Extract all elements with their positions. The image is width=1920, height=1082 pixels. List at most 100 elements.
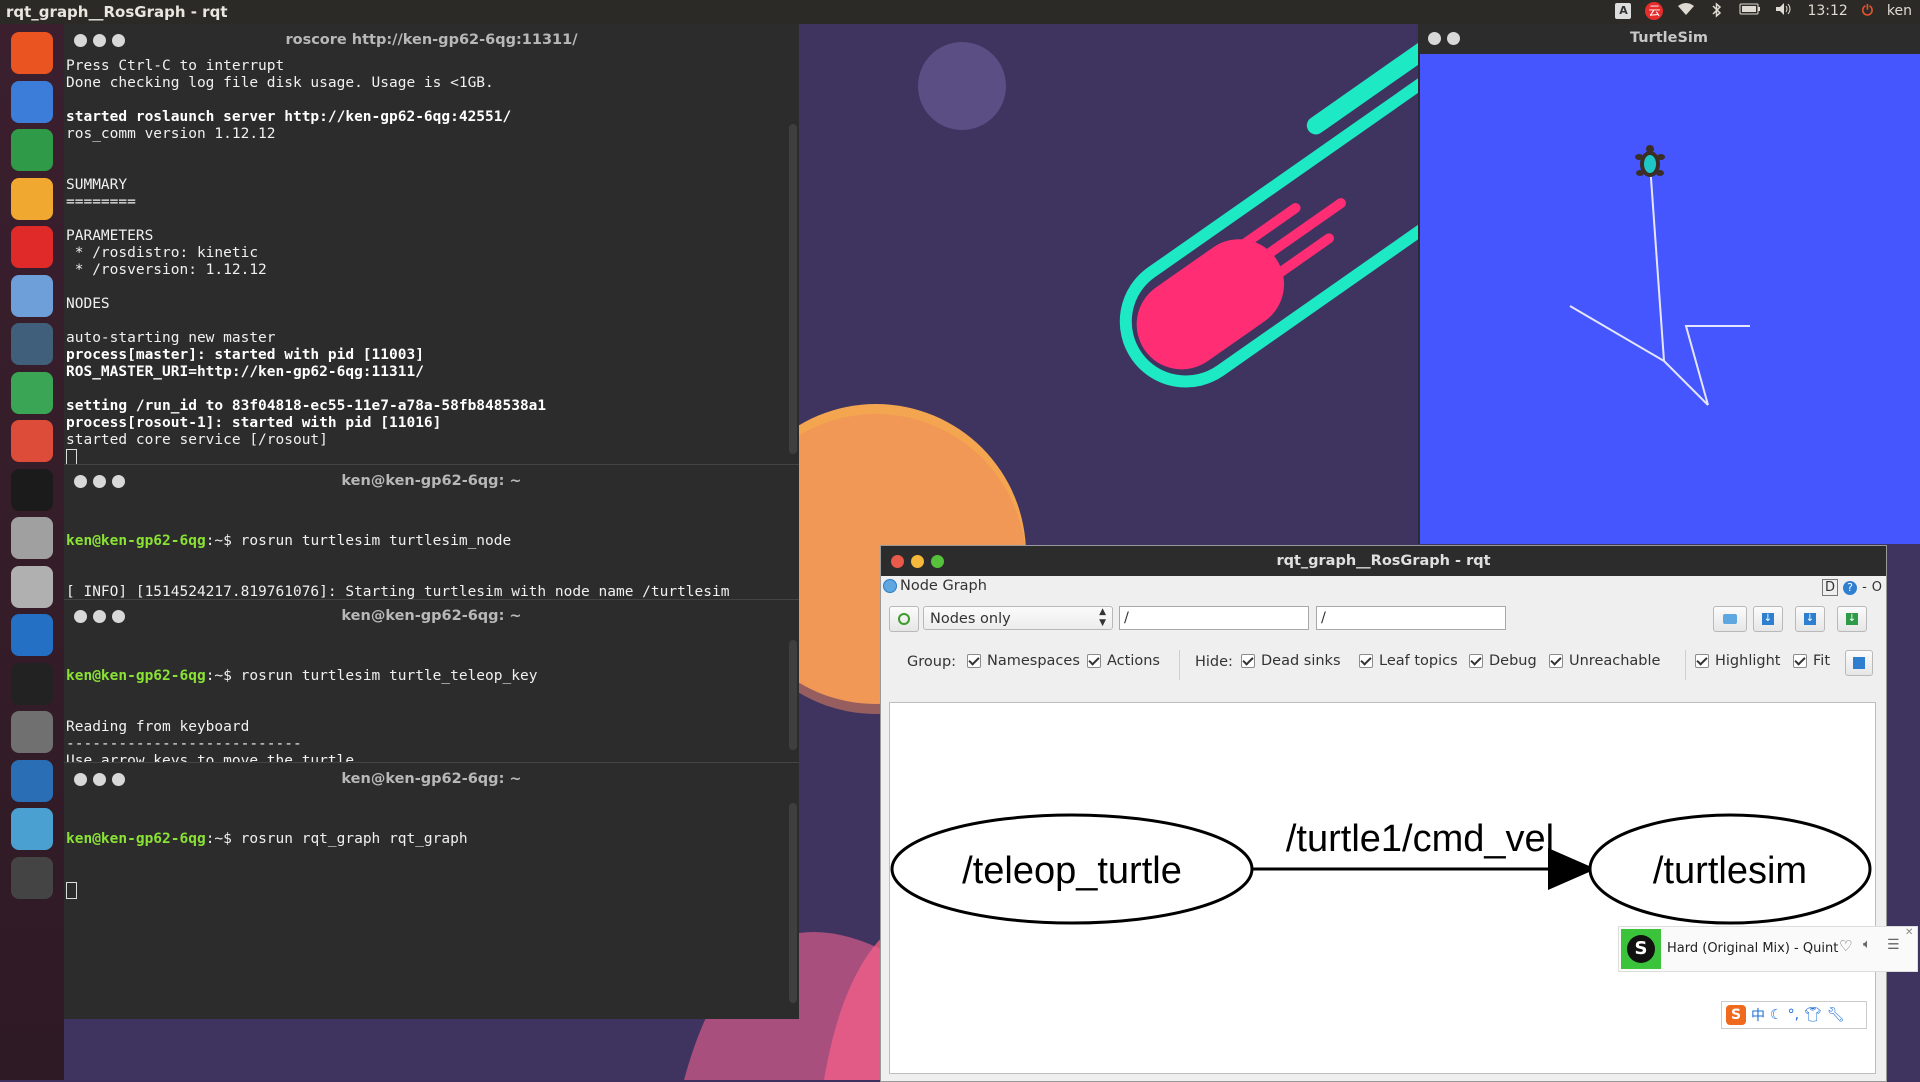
terminal-line: auto-starting new master [66, 330, 276, 346]
save-dot-button[interactable]: ↓ [1753, 606, 1783, 632]
topic-filter-input[interactable]: / [1316, 606, 1506, 630]
chrome-icon[interactable] [11, 420, 53, 462]
graph-mode-select[interactable]: Nodes only ▲ ▼ [923, 606, 1113, 630]
equalizer-icon[interactable] [11, 614, 53, 656]
plugin-title: Node Graph [900, 578, 987, 594]
launcher [0, 24, 64, 1080]
bluetooth-icon[interactable] [1709, 2, 1725, 20]
terminal-roscore[interactable]: roscore http://ken-gp62-6qg:11311/ Press… [64, 24, 799, 466]
input-method-indicator[interactable]: A [1615, 3, 1632, 19]
dead-sinks-checkbox[interactable]: Dead sinks [1241, 653, 1341, 669]
terminal-line: Reading from keyboard [66, 719, 250, 735]
terminal-titlebar[interactable]: ken@ken-gp62-6qg: ~ [64, 763, 799, 797]
edge-cmd-vel[interactable]: /turtle1/cmd_vel [1252, 818, 1596, 890]
refresh-button[interactable] [889, 606, 919, 632]
leaf-topics-checkbox[interactable]: Leaf topics [1359, 653, 1458, 669]
terminal-scrollbar[interactable] [789, 803, 797, 1003]
terminal-line: ros_comm version 1.12.12 [66, 126, 276, 142]
prompt: ken@ken-gp62-6qg [66, 668, 206, 684]
top-panel: rqt_graph__RosGraph - rqt A 云 13:12 ⏻ ke… [0, 0, 1920, 24]
highlight-checkbox[interactable]: Highlight [1695, 653, 1780, 669]
volume-icon[interactable]: 🔈︎ [1863, 937, 1871, 952]
wifi-icon[interactable] [1677, 2, 1695, 20]
load-dot-button[interactable] [1713, 606, 1747, 632]
qq-icon[interactable] [11, 468, 53, 511]
heart-icon[interactable]: ♡ [1839, 937, 1852, 955]
punctuation-icon[interactable]: °, [1788, 1007, 1799, 1023]
battery-icon[interactable] [1739, 2, 1761, 20]
turtlesim-title: TurtleSim [1629, 30, 1709, 46]
close-plugin-button[interactable]: O [1872, 580, 1882, 595]
files-icon[interactable] [11, 274, 53, 317]
music-notification[interactable]: S Hard (Original Mix) - Quint ♡ 🔈︎ ☰ ✕ [1618, 926, 1918, 972]
terminal-titlebar[interactable]: ken@ken-gp62-6qg: ~ [64, 465, 799, 499]
screenshot-icon[interactable] [11, 808, 53, 850]
prompt: ken@ken-gp62-6qg [66, 831, 206, 847]
node-teleop-turtle[interactable]: /teleop_turtle [890, 813, 1254, 925]
sogou-ime-bar[interactable]: S 中 ☾ °, 👕︎ 🔧︎ [1721, 1001, 1867, 1029]
power-icon[interactable]: ⏻ [1862, 3, 1873, 19]
ime-language-toggle[interactable]: 中 [1751, 1005, 1765, 1025]
node-turtlesim[interactable]: /turtlesim [1588, 813, 1872, 925]
node-filter-input[interactable]: / [1119, 606, 1309, 630]
terminal-titlebar[interactable]: roscore http://ken-gp62-6qg:11311/ [64, 24, 799, 58]
drive-2-icon[interactable] [11, 565, 53, 608]
terminal-scrollbar[interactable] [789, 124, 797, 454]
image-viewer-icon[interactable] [11, 177, 53, 220]
terminal-line: started core service [/rosout] [66, 432, 328, 448]
turtlesim-titlebar[interactable]: TurtleSim [1418, 24, 1920, 54]
plugin-header: Node Graph [883, 578, 987, 594]
terminal-teleop-key[interactable]: ken@ken-gp62-6qg: ~ ken@ken-gp62-6qg:~$ … [64, 599, 799, 821]
save-svg-button[interactable]: ↓ [1795, 606, 1825, 632]
terminal-line: NODES [66, 296, 110, 312]
minimize-plugin-button[interactable]: - [1862, 580, 1867, 595]
command: :~$ rosrun turtlesim turtle_teleop_key [205, 668, 538, 684]
debug-checkbox[interactable]: Debug [1469, 653, 1537, 669]
text-editor-icon[interactable] [11, 80, 53, 123]
telegram-icon[interactable] [11, 371, 53, 414]
save-image-button[interactable]: ↓ [1837, 606, 1867, 632]
skin-icon[interactable]: 👕︎ [1804, 1007, 1822, 1023]
ubuntu-dash-icon[interactable] [11, 32, 53, 74]
mail-icon[interactable] [11, 856, 53, 899]
settings-icon[interactable] [11, 711, 53, 753]
spreadsheet-icon[interactable] [11, 129, 53, 171]
topic-label: /turtle1/cmd_vel [1286, 818, 1554, 860]
terminal-icon[interactable] [11, 662, 53, 705]
turtlesim-window[interactable]: TurtleSim [1418, 24, 1920, 544]
close-icon[interactable]: ✕ [1905, 927, 1913, 938]
moon-icon[interactable]: ☾ [1770, 1007, 1783, 1023]
network-icon[interactable] [11, 759, 53, 802]
mixer-icon[interactable] [11, 323, 53, 365]
terminal-line: ROS_MASTER_URI=http://ken-gp62-6qg:11311… [66, 364, 424, 380]
terminal-titlebar[interactable]: ken@ken-gp62-6qg: ~ [64, 600, 799, 634]
terminal-output[interactable]: ken@ken-gp62-6qg:~$ rosrun rqt_graph rqt… [64, 797, 799, 933]
actions-checkbox[interactable]: Actions [1087, 653, 1160, 669]
clock[interactable]: 13:12 [1807, 3, 1847, 19]
terminal-title: ken@ken-gp62-6qg: ~ [341, 473, 522, 489]
playlist-icon[interactable]: ☰ [1887, 937, 1900, 953]
fit-view-button[interactable] [1845, 650, 1873, 676]
drive-icon[interactable] [11, 517, 53, 559]
turtle-icon [1635, 145, 1665, 177]
album-art: S [1621, 929, 1661, 969]
terminal-line: process[master]: started with pid [11003… [66, 347, 424, 363]
namespaces-checkbox[interactable]: Namespaces [967, 653, 1080, 669]
dock-button[interactable]: D [1822, 579, 1839, 596]
unreachable-checkbox[interactable]: Unreachable [1549, 653, 1660, 669]
user-name[interactable]: ken [1887, 3, 1912, 19]
help-button[interactable]: ? [1843, 580, 1858, 595]
sogou-logo-icon[interactable]: S [1726, 1005, 1746, 1025]
terminal-turtlesim-node[interactable]: ken@ken-gp62-6qg: ~ ken@ken-gp62-6qg:~$ … [64, 464, 799, 686]
rqt-titlebar[interactable]: rqt_graph__RosGraph - rqt [881, 546, 1886, 576]
tools-icon[interactable]: 🔧︎ [1827, 1007, 1845, 1023]
terminal-rqt-graph[interactable]: ken@ken-gp62-6qg: ~ ken@ken-gp62-6qg:~$ … [64, 762, 799, 1019]
system-tray: A 云 13:12 ⏻ ken [1615, 2, 1912, 20]
volume-icon[interactable] [1775, 2, 1793, 20]
netease-tray-icon[interactable]: 云 [1645, 2, 1664, 20]
terminal-scrollbar[interactable] [789, 640, 797, 750]
netease-music-icon[interactable] [11, 226, 53, 268]
fit-checkbox[interactable]: Fit [1793, 653, 1830, 669]
terminal-output[interactable]: Press Ctrl-C to interrupt Done checking l… [64, 58, 799, 466]
